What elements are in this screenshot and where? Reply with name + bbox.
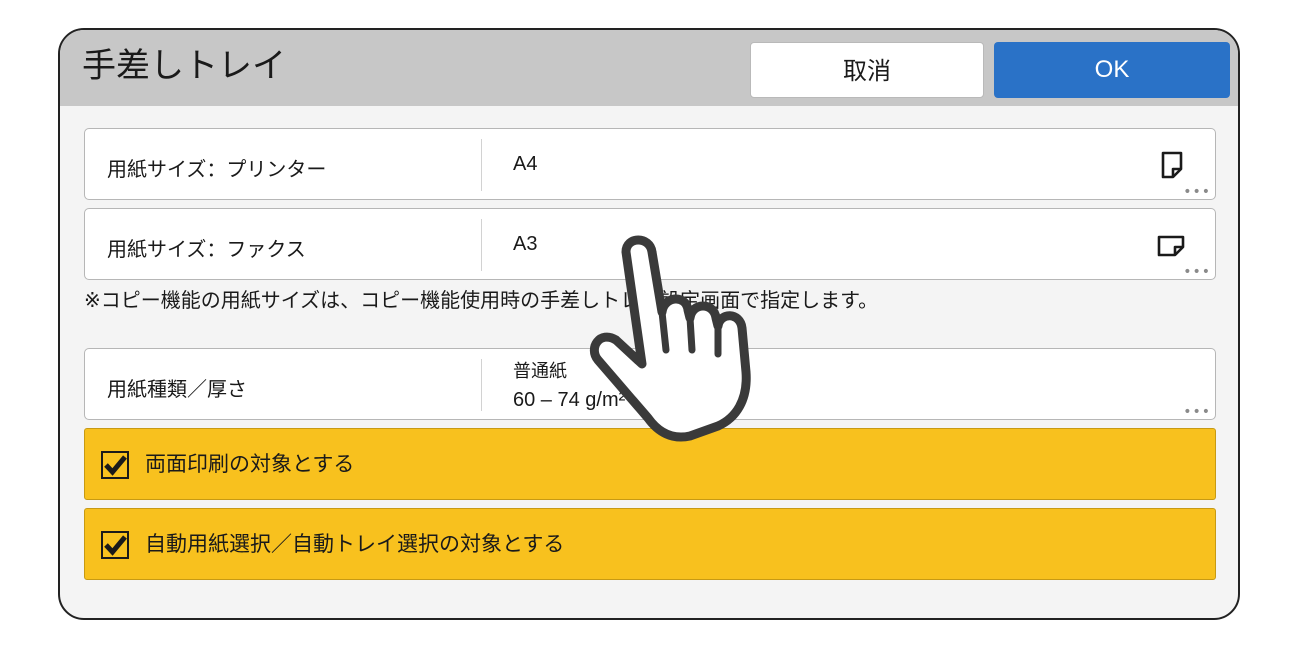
duplex-target-label: 両面印刷の対象とする [145, 452, 355, 476]
more-dots-icon: ••• [1183, 404, 1211, 420]
dialog-title: 手差しトレイ [82, 46, 286, 86]
auto-select-target-label: 自動用紙選択／自動トレイ選択の対象とする [145, 532, 565, 556]
row-divider [481, 219, 482, 271]
printer-paper-size-label: 用紙サイズ：プリンター [107, 157, 327, 181]
printer-paper-size-value: A4 [513, 153, 538, 175]
manual-tray-dialog: 手差しトレイ 取消 OK 用紙サイズ：プリンター A4 ••• 用紙サイズ：ファ… [58, 28, 1240, 620]
dialog-header: 手差しトレイ 取消 OK [60, 30, 1238, 106]
paper-type-value: 普通紙 [513, 361, 567, 382]
paper-landscape-icon [1157, 235, 1185, 257]
fax-paper-size-row[interactable]: 用紙サイズ：ファクス A3 ••• [84, 208, 1216, 280]
fax-paper-size-label: 用紙サイズ：ファクス [107, 237, 306, 261]
more-dots-icon: ••• [1183, 184, 1211, 200]
checkbox-checked-icon[interactable] [101, 451, 129, 479]
paper-type-label: 用紙種類／厚さ [107, 377, 247, 401]
row-divider [481, 139, 482, 191]
paper-thickness-value: 60 – 74 g/m² (厚さ 1) [513, 389, 701, 411]
cancel-button[interactable]: 取消 [750, 42, 984, 98]
auto-select-target-checkbox-row[interactable]: 自動用紙選択／自動トレイ選択の対象とする [84, 508, 1216, 580]
fax-paper-size-value: A3 [513, 233, 538, 255]
more-dots-icon: ••• [1183, 264, 1211, 280]
paper-size-note: ※コピー機能の用紙サイズは、コピー機能使用時の手差しトレイ設定画面で指定します。 [84, 288, 879, 312]
paper-portrait-icon [1161, 151, 1183, 179]
checkbox-checked-icon[interactable] [101, 531, 129, 559]
paper-type-row[interactable]: 用紙種類／厚さ 普通紙 60 – 74 g/m² (厚さ 1) ••• [84, 348, 1216, 420]
ok-button[interactable]: OK [994, 42, 1230, 98]
duplex-target-checkbox-row[interactable]: 両面印刷の対象とする [84, 428, 1216, 500]
row-divider [481, 359, 482, 411]
printer-paper-size-row[interactable]: 用紙サイズ：プリンター A4 ••• [84, 128, 1216, 200]
